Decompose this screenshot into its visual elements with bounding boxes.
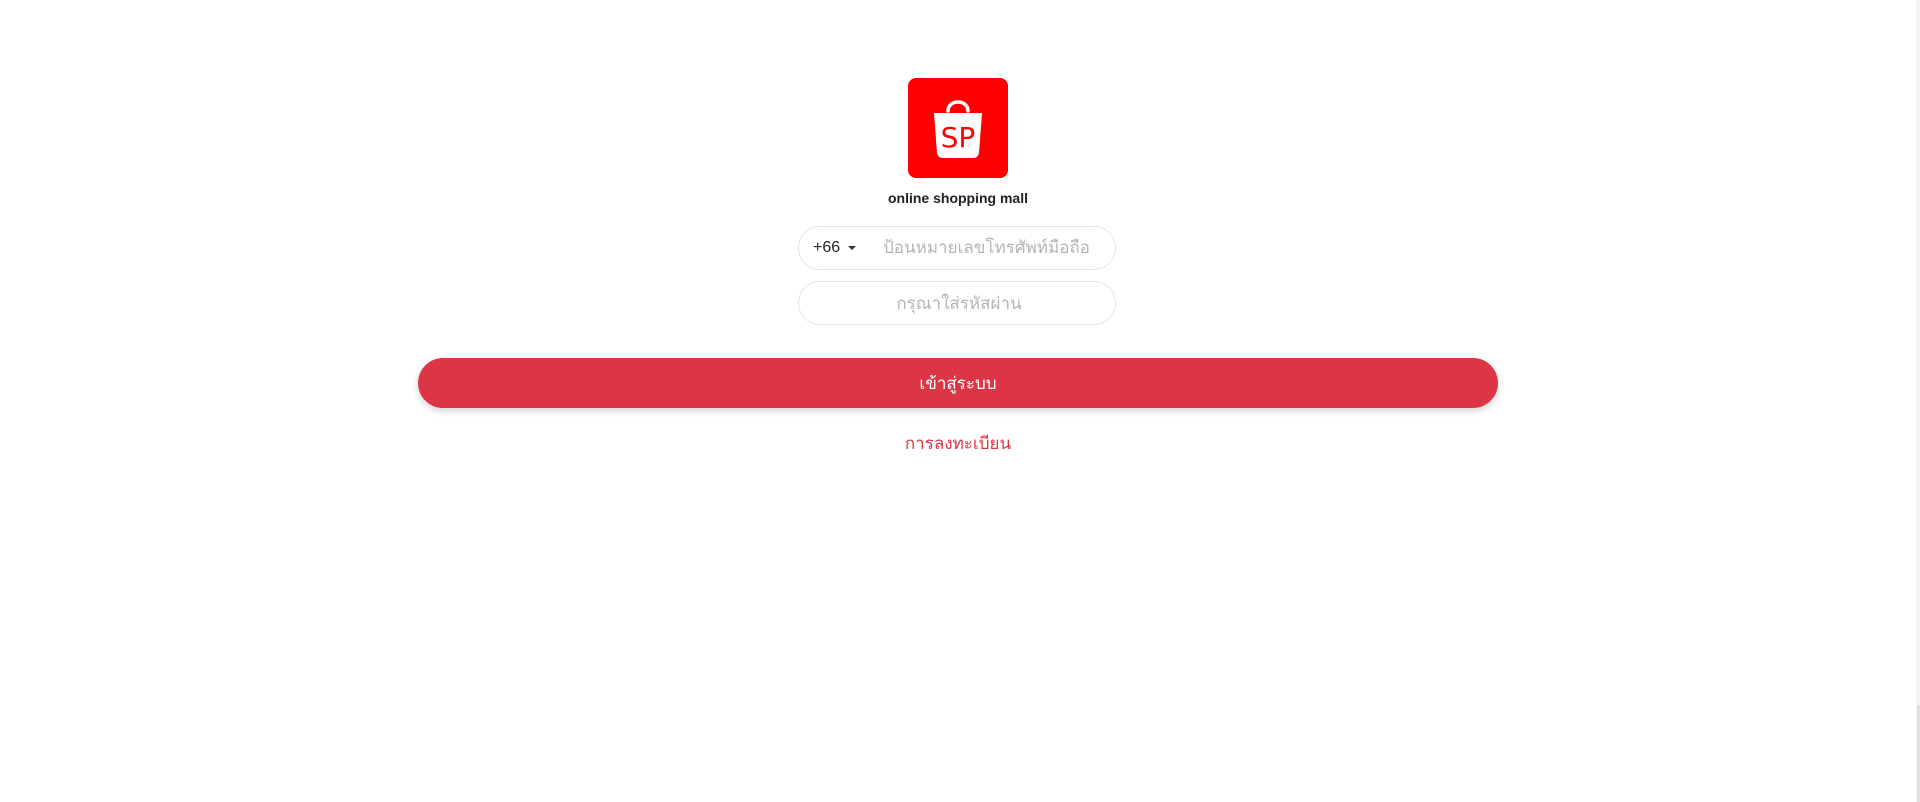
brand-logo: SP [908, 78, 1008, 178]
login-button[interactable]: เข้าสู่ระบบ [418, 358, 1498, 408]
country-code-select[interactable]: +66 [799, 227, 871, 269]
chevron-down-icon [848, 246, 857, 250]
scrollbar-track[interactable] [1916, 0, 1920, 802]
logo-text: SP [941, 121, 976, 154]
password-input[interactable] [799, 282, 1115, 324]
brand-tagline: online shopping mall [888, 190, 1028, 206]
country-code-value: +66 [813, 239, 841, 256]
phone-field: +66 [798, 226, 1116, 270]
password-field [798, 281, 1116, 325]
register-link[interactable]: การลงทะเบียน [0, 430, 1916, 457]
phone-input[interactable] [871, 227, 1115, 269]
shopping-bag-icon: SP [934, 100, 982, 158]
login-page: SP online shopping mall +66 เข้าสู่ระบบ … [0, 0, 1920, 802]
